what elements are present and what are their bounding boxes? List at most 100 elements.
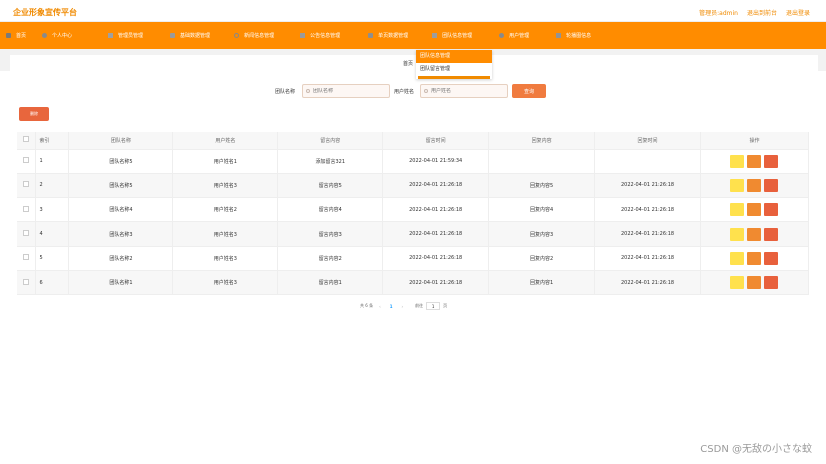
row-checkbox[interactable] — [23, 278, 30, 285]
total-count: 共 6 条 — [360, 303, 374, 308]
row-checkbox[interactable] — [23, 157, 30, 164]
nav-label: 基础数据管理 — [180, 33, 211, 39]
nav-label: 新闻信息管理 — [244, 33, 275, 39]
user-name-cell: 用户姓名1 — [172, 149, 279, 174]
view-button[interactable] — [730, 154, 745, 168]
dropdown-item-team-info[interactable]: 团队信息管理 — [416, 50, 492, 63]
user-name-cell: 用户姓名3 — [172, 246, 279, 271]
reply-content-cell: 回复内容5 — [488, 173, 596, 198]
team-name-label: 团队名称 — [275, 89, 296, 95]
row-checkbox[interactable] — [23, 230, 30, 237]
goto-label: 前往 — [415, 303, 424, 308]
view-button[interactable] — [730, 203, 745, 217]
view-button[interactable] — [730, 251, 745, 265]
column-header: 留言时间 — [382, 132, 490, 149]
message-content-cell: 留言内容5 — [277, 173, 384, 198]
search-form: 团队名称 用户姓名 查询 — [10, 84, 818, 98]
view-button[interactable] — [730, 276, 745, 290]
select-all-checkbox[interactable] — [23, 136, 30, 143]
nav-item-carousel[interactable]: 轮播图信息 — [556, 22, 591, 49]
row-delete-button[interactable] — [764, 154, 779, 168]
nav-item-home[interactable]: 首页 — [6, 22, 26, 49]
to-frontend-link[interactable]: 退出到前台 — [747, 8, 777, 17]
row-select-cell[interactable] — [17, 221, 37, 247]
row-select-cell[interactable] — [17, 246, 37, 271]
user-name-field[interactable] — [420, 84, 508, 98]
row-actions — [701, 276, 808, 290]
select-all-cell[interactable] — [17, 132, 37, 149]
row-select-cell[interactable] — [17, 197, 37, 222]
nav-item-profile[interactable]: 个人中心 — [42, 22, 72, 49]
nav-item-admins[interactable]: 管理员管理 — [108, 22, 143, 49]
current-page[interactable]: 1 — [390, 304, 393, 309]
logout-link[interactable]: 退出登录 — [786, 8, 810, 17]
row-checkbox[interactable] — [23, 205, 30, 212]
goto-page-input[interactable]: 1 — [426, 302, 441, 310]
table-row: 6 团队名称1 用户姓名3 留言内容1 2022-04-01 21:26:18 回复内容1… — [17, 270, 810, 295]
edit-button[interactable] — [747, 227, 762, 241]
row-actions — [701, 178, 808, 192]
row-checkbox[interactable] — [23, 254, 30, 261]
nav-item-single-page[interactable]: 单页数据管理 — [368, 22, 408, 49]
actions-cell — [700, 221, 810, 247]
breadcrumb-home[interactable]: 首页 — [403, 61, 413, 67]
nav-label: 管理员管理 — [118, 33, 144, 39]
index-cell: 5 — [35, 246, 70, 271]
reply-content-cell: 回复内容4 — [488, 197, 596, 222]
query-label: 查询 — [523, 88, 534, 95]
query-button[interactable]: 查询 — [512, 84, 546, 98]
nav-item-team[interactable]: 团队信息管理 — [432, 22, 472, 49]
row-actions — [701, 154, 808, 168]
row-delete-button[interactable] — [764, 227, 779, 241]
team-name-cell: 团队名称4 — [68, 197, 174, 222]
team-name-field[interactable] — [302, 84, 390, 98]
watermark: CSDN @无敌の小さな蚊 — [700, 444, 812, 455]
row-delete-button[interactable] — [764, 276, 779, 290]
nav-item-notices[interactable]: 公告信息管理 — [300, 22, 340, 49]
home-icon — [6, 33, 11, 38]
ring-icon — [234, 33, 240, 38]
row-select-cell[interactable] — [17, 173, 37, 198]
user-name-input[interactable] — [431, 88, 491, 94]
message-content-cell: 留言内容3 — [277, 221, 384, 247]
row-delete-button[interactable] — [764, 251, 779, 265]
prev-page-button[interactable]: ‹ — [379, 304, 381, 309]
reply-content-cell: 回复内容2 — [488, 246, 596, 271]
row-select-cell[interactable] — [17, 149, 37, 174]
edit-button[interactable] — [747, 154, 762, 168]
actions-cell — [700, 173, 810, 198]
message-content-cell: 留言内容2 — [277, 246, 384, 271]
nav-item-news[interactable]: 新闻信息管理 — [234, 22, 274, 49]
edit-button[interactable] — [747, 251, 762, 265]
column-header: 索引 — [35, 132, 70, 149]
row-delete-button[interactable] — [764, 178, 779, 192]
table-header-row: 索引 团队名称 用户姓名 留言内容 留言时间 回复内容 回复时间 操作 — [17, 132, 810, 149]
row-select-cell[interactable] — [17, 270, 37, 295]
reply-time-cell — [594, 149, 701, 174]
main-content: 首页/ 团队名称 用户姓名 查询 删除 索引 团队名称 用户姓名 — [10, 55, 818, 317]
edit-button[interactable] — [747, 276, 762, 290]
next-page-button[interactable]: › — [402, 304, 404, 309]
team-name-input[interactable] — [313, 88, 373, 94]
row-actions — [701, 227, 808, 241]
edit-button[interactable] — [747, 178, 762, 192]
view-button[interactable] — [730, 227, 745, 241]
view-button[interactable] — [730, 178, 745, 192]
user-icon — [499, 33, 505, 38]
message-time-cell: 2022-04-01 21:26:18 — [382, 197, 490, 222]
nav-item-users[interactable]: 用户管理 — [499, 22, 529, 49]
edit-button[interactable] — [747, 203, 762, 217]
nav-item-base-data[interactable]: 基础数据管理 — [170, 22, 210, 49]
actions-cell — [700, 149, 810, 174]
reply-content-cell: 回复内容3 — [488, 221, 596, 247]
index-cell: 1 — [35, 149, 70, 174]
delete-label: 删除 — [30, 111, 38, 116]
tag-icon — [368, 33, 374, 38]
delete-button[interactable]: 删除 — [19, 107, 49, 121]
row-checkbox[interactable] — [23, 181, 30, 188]
table-row: 4 团队名称3 用户姓名3 留言内容3 2022-04-01 21:26:18 回复内容3… — [17, 221, 810, 247]
row-delete-button[interactable] — [764, 203, 779, 217]
dropdown-item-team-messages[interactable]: 团队留言管理 — [416, 63, 492, 76]
brand-title: 企业形象宣传平台 — [13, 8, 77, 17]
message-time-cell: 2022-04-01 21:26:18 — [382, 270, 490, 295]
